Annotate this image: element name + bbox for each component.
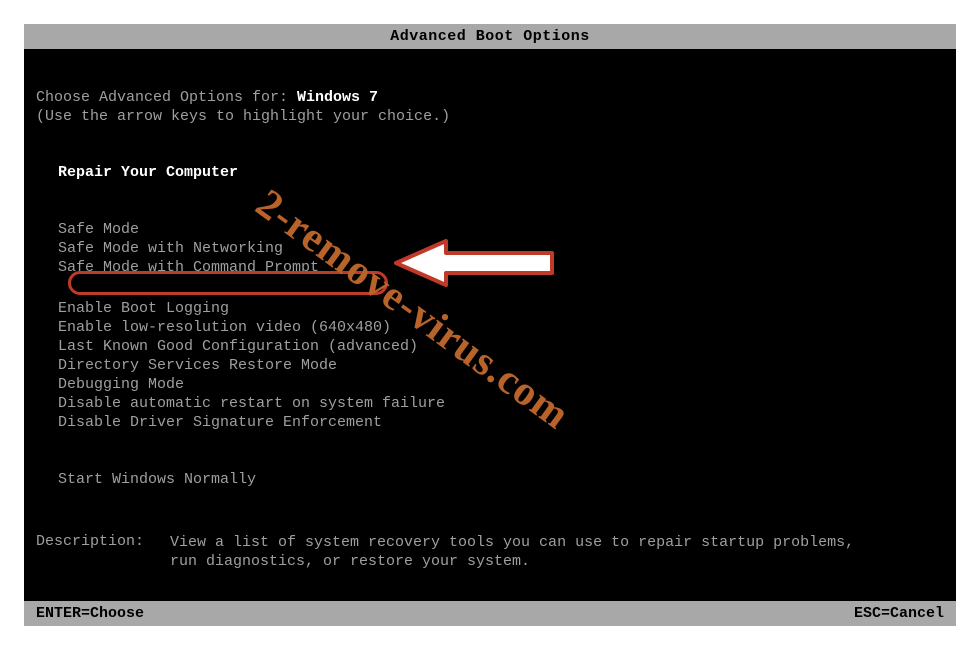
menu-item-repair[interactable]: Repair Your Computer: [58, 163, 944, 182]
hint-line: (Use the arrow keys to highlight your ch…: [36, 108, 944, 125]
menu-group-4: Start Windows Normally: [58, 470, 944, 489]
menu-item-safe-mode[interactable]: Safe Mode: [58, 220, 944, 239]
menu-group-1: Repair Your Computer: [58, 163, 944, 182]
footer-enter: ENTER=Choose: [36, 605, 144, 622]
menu-item-debugging[interactable]: Debugging Mode: [58, 375, 944, 394]
menu-item-safe-mode-command-prompt[interactable]: Safe Mode with Command Prompt: [58, 258, 944, 277]
description-label: Description:: [36, 533, 170, 571]
description-text: View a list of system recovery tools you…: [170, 533, 870, 571]
content-area: Choose Advanced Options for: Windows 7 (…: [24, 49, 956, 583]
menu-item-boot-logging[interactable]: Enable Boot Logging: [58, 299, 944, 318]
choose-prefix: Choose Advanced Options for:: [36, 89, 297, 106]
menu-item-last-known-good[interactable]: Last Known Good Configuration (advanced): [58, 337, 944, 356]
menu-item-start-normally[interactable]: Start Windows Normally: [58, 470, 944, 489]
menu-item-safe-mode-networking[interactable]: Safe Mode with Networking: [58, 239, 944, 258]
menu-item-low-res[interactable]: Enable low-resolution video (640x480): [58, 318, 944, 337]
menu-item-disable-auto-restart[interactable]: Disable automatic restart on system fail…: [58, 394, 944, 413]
footer-esc: ESC=Cancel: [854, 605, 944, 622]
title-bar: Advanced Boot Options: [24, 24, 956, 49]
os-name: Windows 7: [297, 89, 378, 106]
menu-item-directory-services[interactable]: Directory Services Restore Mode: [58, 356, 944, 375]
choose-line: Choose Advanced Options for: Windows 7: [36, 89, 944, 106]
footer-bar: ENTER=Choose ESC=Cancel: [24, 601, 956, 626]
description-row: Description: View a list of system recov…: [36, 533, 944, 571]
menu-group-3: Enable Boot Logging Enable low-resolutio…: [58, 299, 944, 432]
screen-title: Advanced Boot Options: [390, 28, 590, 45]
boot-screen: Advanced Boot Options Choose Advanced Op…: [24, 24, 956, 626]
menu-item-disable-driver-signature[interactable]: Disable Driver Signature Enforcement: [58, 413, 944, 432]
menu-group-2: Safe Mode Safe Mode with Networking Safe…: [58, 220, 944, 277]
